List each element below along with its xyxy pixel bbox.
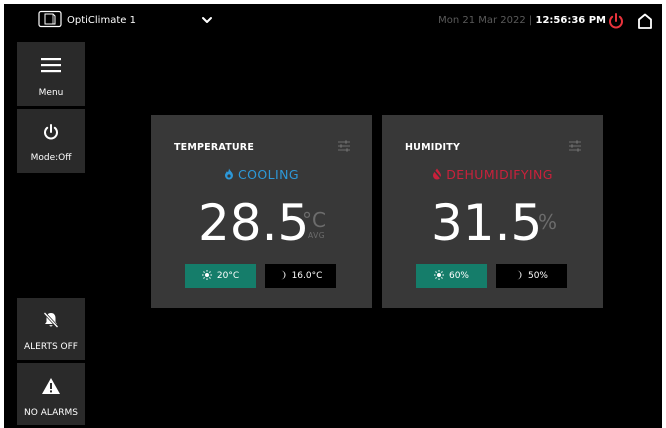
humidity-value: 31.5 <box>431 194 543 252</box>
chevron-down-icon[interactable] <box>200 14 214 26</box>
top-bar: OptiClimate 1 Mon 21 Mar 2022 | 12:56:36… <box>4 4 662 38</box>
power-icon[interactable] <box>607 12 625 30</box>
alerts-label: ALERTS OFF <box>24 342 78 352</box>
menu-label: Menu <box>38 88 64 98</box>
temperature-state-label: COOLING <box>238 167 299 182</box>
alarms-button[interactable]: NO ALARMS <box>17 363 85 425</box>
sun-icon <box>433 270 444 280</box>
humidity-day-setpoint: 60% <box>448 271 469 281</box>
drop-off-icon <box>432 168 443 180</box>
temperature-value: 28.5 <box>198 194 310 252</box>
moon-icon <box>516 270 522 280</box>
humidity-night-setpoint-button[interactable]: 50% <box>496 264 567 288</box>
mode-label: Mode:Off <box>30 153 72 163</box>
alerts-button[interactable]: ALERTS OFF <box>17 298 85 360</box>
temperature-avg-label: AVG <box>308 231 326 240</box>
sliders-icon[interactable] <box>336 139 352 153</box>
temperature-night-setpoint-button[interactable]: 16.0°C <box>265 264 336 288</box>
alarms-label: NO ALARMS <box>24 408 78 418</box>
humidity-unit: % <box>538 210 558 234</box>
temperature-state: COOLING <box>151 167 372 182</box>
home-icon[interactable] <box>636 12 654 30</box>
moon-icon <box>280 270 286 280</box>
sun-icon <box>201 270 212 280</box>
temperature-unit: °C <box>302 208 326 232</box>
screen: OptiClimate 1 Mon 21 Mar 2022 | 12:56:36… <box>4 4 662 428</box>
temperature-title: TEMPERATURE <box>174 142 255 153</box>
bell-off-icon <box>43 312 59 328</box>
humidity-night-setpoint: 50% <box>527 271 548 281</box>
humidity-day-setpoint-button[interactable]: 60% <box>416 264 487 288</box>
temperature-day-setpoint-button[interactable]: 20°C <box>185 264 256 288</box>
temperature-night-setpoint: 16.0°C <box>291 271 323 281</box>
date-text: Mon 21 Mar 2022 | <box>438 15 533 26</box>
mode-button[interactable]: Mode:Off <box>17 109 85 173</box>
power-icon <box>44 124 58 140</box>
sliders-icon[interactable] <box>567 139 583 153</box>
humidity-state: DEHUMIDIFYING <box>382 167 603 182</box>
warning-icon <box>42 378 60 394</box>
humidity-title: HUMIDITY <box>405 142 461 153</box>
humidity-state-label: DEHUMIDIFYING <box>446 167 553 182</box>
flame-icon <box>225 168 234 180</box>
time-text: 12:56:36 PM <box>535 15 606 26</box>
temperature-card: TEMPERATURE COOLING 28.5 °C AVG 20°C 16.… <box>151 115 372 308</box>
hamburger-icon <box>41 58 61 73</box>
device-name[interactable]: OptiClimate 1 <box>67 15 136 26</box>
climate-unit-icon <box>38 10 62 28</box>
datetime: Mon 21 Mar 2022 | 12:56:36 PM <box>438 15 606 26</box>
temperature-day-setpoint: 20°C <box>216 271 240 281</box>
humidity-card: HUMIDITY DEHUMIDIFYING 31.5 % 60% 50% <box>382 115 603 308</box>
menu-button[interactable]: Menu <box>17 42 85 106</box>
